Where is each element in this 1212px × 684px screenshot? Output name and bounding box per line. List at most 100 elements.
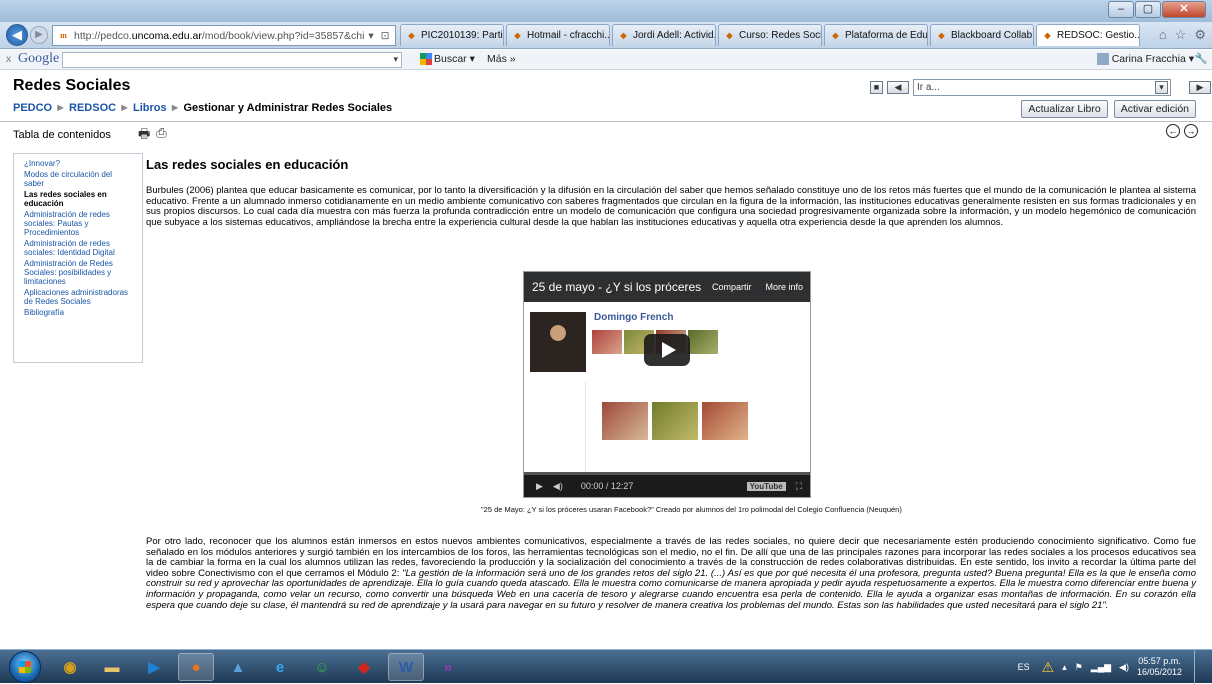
- breadcrumb-link-redsoc[interactable]: REDSOC: [69, 102, 116, 114]
- chapter-select[interactable]: Ir a... ▾: [913, 79, 1171, 96]
- toc-item[interactable]: Administración de Redes Sociales: posibi…: [24, 259, 132, 286]
- play-small-icon[interactable]: ▶: [536, 481, 543, 492]
- fb-sidebar: [524, 382, 586, 477]
- toc-item[interactable]: Modos de circulación del saber: [24, 170, 132, 188]
- toc-sidebar: ¿Innovar? Modos de circulación del saber L…: [13, 153, 143, 363]
- address-bar[interactable]: m http://pedco.uncoma.edu.ar/mod/book/vi…: [52, 25, 396, 46]
- share-button[interactable]: Compartir: [712, 282, 752, 292]
- more-info-button[interactable]: More info: [766, 282, 804, 292]
- tab-favicon-icon: ◆: [514, 31, 521, 40]
- language-indicator[interactable]: ES: [1018, 662, 1030, 672]
- print-book-icon[interactable]: 🖶: [138, 125, 150, 147]
- video-player[interactable]: Domingo French 25 de mayo - ¿Y si los pr…: [523, 271, 811, 498]
- firefox-icon[interactable]: ●: [178, 653, 214, 681]
- print-chapter-icon[interactable]: ⎙: [156, 125, 166, 147]
- youtube-logo[interactable]: YouTube: [746, 481, 786, 491]
- browser-tab[interactable]: ◆ Plataforma de Edu...: [824, 24, 928, 46]
- breadcrumb-link-libros[interactable]: Libros: [133, 102, 167, 114]
- next-chapter-button[interactable]: ▶: [1189, 81, 1211, 94]
- gear-icon[interactable]: ⚙: [1194, 27, 1206, 43]
- warning-icon[interactable]: ⚠: [1042, 659, 1055, 676]
- close-icon[interactable]: x: [6, 53, 11, 65]
- tab-label: PIC2010139: Partici...: [421, 30, 503, 41]
- wrench-icon[interactable]: 🔧: [1195, 52, 1208, 65]
- start-button[interactable]: [9, 651, 41, 683]
- tab-favicon-icon: ◆: [1044, 31, 1051, 40]
- video-time: 00:00 / 12:27: [580, 481, 634, 491]
- browser-tab[interactable]: ◆ Blackboard Collab...: [930, 24, 1034, 46]
- user-menu[interactable]: Carina Fracchia ▾: [1096, 53, 1194, 66]
- google-icon: [420, 53, 432, 66]
- browser-tab[interactable]: ◆ Curso: Redes Social...: [718, 24, 822, 46]
- network-icon[interactable]: ▂▄▆: [1091, 662, 1111, 673]
- toc-item[interactable]: Aplicaciones administradoras de Redes So…: [24, 288, 132, 306]
- toc-list: ¿Innovar? Modos de circulación del saber L…: [24, 159, 132, 317]
- tab-favicon-icon: ◆: [408, 31, 415, 40]
- close-window-button[interactable]: ✕: [1162, 1, 1206, 18]
- buscar-button[interactable]: Buscar ▾: [420, 53, 475, 66]
- volume-icon[interactable]: ◀): [553, 481, 563, 492]
- chevron-down-icon: ▾: [1155, 81, 1168, 94]
- avatar: [1096, 53, 1109, 66]
- divider: [0, 121, 1212, 122]
- window-controls: – ▢ ✕: [1108, 1, 1206, 18]
- video-title[interactable]: 25 de mayo - ¿Y si los próceres...: [532, 280, 702, 294]
- fb-post-photos: [602, 402, 748, 440]
- arrow-up-icon[interactable]: ▴: [1062, 662, 1067, 673]
- clock[interactable]: 05:57 p.m. 16/05/2012: [1137, 656, 1182, 678]
- fullscreen-icon[interactable]: ⛶: [796, 481, 802, 492]
- address-url: http://pedco.uncoma.edu.ar/mod/book/view…: [74, 29, 365, 42]
- google-toolbar: x Google ▾ Buscar ▾ Más » Carina Fracchi…: [0, 50, 1212, 70]
- play-icon[interactable]: [644, 334, 690, 366]
- tab-favicon-icon: ◆: [832, 31, 839, 40]
- prev-chapter-button[interactable]: ◀: [887, 81, 909, 94]
- update-book-button[interactable]: Actualizar Libro: [1021, 100, 1108, 118]
- mas-button[interactable]: Más »: [487, 53, 516, 65]
- browser-tab[interactable]: ◆ Jordi Adell: Activid...: [612, 24, 716, 46]
- messenger-icon[interactable]: ☺: [304, 653, 340, 681]
- moodle-favicon-icon: m: [60, 31, 67, 40]
- browser-tab[interactable]: ◆ PIC2010139: Partici...: [400, 24, 504, 46]
- save-icon[interactable]: ■: [870, 81, 883, 94]
- folder-icon[interactable]: ▬: [94, 653, 130, 681]
- chrome-icon[interactable]: ◉: [52, 653, 88, 681]
- toc-item[interactable]: Administración de redes sociales: Identi…: [24, 239, 132, 257]
- chevron-down-icon[interactable]: ▾: [393, 54, 398, 65]
- chapter-nav: ← →: [1166, 124, 1198, 138]
- next-arrow-icon[interactable]: →: [1184, 124, 1198, 138]
- google-search-input[interactable]: ▾: [62, 52, 402, 68]
- section-title: Las redes sociales en educación: [146, 157, 349, 172]
- show-desktop-button[interactable]: [1194, 650, 1204, 684]
- back-button[interactable]: ◀: [6, 24, 28, 46]
- browser-toolbar-right: ⌂ ☆ ⚙: [1159, 27, 1206, 43]
- system-tray: ES ⚠ ▴ ⚑ ▂▄▆ ◀) 05:57 p.m. 16/05/2012: [1018, 650, 1204, 684]
- video-caption: "25 de Mayo: ¿Y si los próceres usaran F…: [481, 505, 902, 514]
- media-player-icon[interactable]: ▶: [136, 653, 172, 681]
- volume-icon[interactable]: ◀): [1119, 662, 1129, 673]
- previous-arrow-icon[interactable]: ←: [1166, 124, 1180, 138]
- flag-icon[interactable]: ⚑: [1075, 662, 1083, 673]
- browser-tab[interactable]: ◆REDSOC: Gestio...✕: [1036, 24, 1140, 46]
- toc-item[interactable]: Bibliografía: [24, 308, 132, 317]
- star-icon[interactable]: ☆: [1175, 27, 1187, 43]
- address-controls[interactable]: ▾ ⊡ C ✕: [368, 30, 395, 42]
- tab-favicon-icon: ◆: [938, 31, 945, 40]
- pdf-icon[interactable]: ◆: [346, 653, 382, 681]
- photo-icon[interactable]: ▲: [220, 653, 256, 681]
- paragraph-1: Burbules (2006) plantea que educar basic…: [146, 185, 1196, 228]
- minimize-button[interactable]: –: [1108, 1, 1134, 18]
- maximize-button[interactable]: ▢: [1135, 1, 1161, 18]
- breadcrumb-link-pedco[interactable]: PEDCO: [13, 102, 52, 114]
- ie-icon[interactable]: e: [262, 653, 298, 681]
- tab-label: Curso: Redes Social...: [739, 30, 822, 41]
- toc-item[interactable]: Administración de redes sociales: Pautas…: [24, 210, 132, 237]
- home-icon[interactable]: ⌂: [1159, 27, 1167, 43]
- word-icon[interactable]: W: [388, 653, 424, 681]
- toc-item[interactable]: ¿Innovar?: [24, 159, 132, 168]
- forward-button[interactable]: ▶: [30, 26, 48, 44]
- print-icons: 🖶 ⎙: [138, 125, 167, 147]
- visual-studio-icon[interactable]: »: [430, 653, 466, 681]
- edit-mode-button[interactable]: Activar edición: [1113, 100, 1196, 118]
- browser-tab[interactable]: ◆ Hotmail - cfracchi...: [506, 24, 610, 46]
- photo-thumbnail: [592, 330, 622, 354]
